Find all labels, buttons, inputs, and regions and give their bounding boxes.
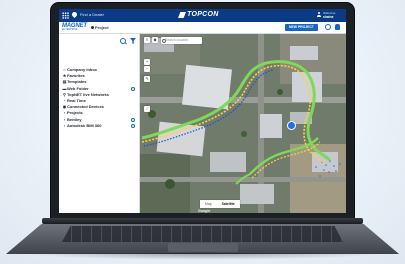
map-type-map[interactable]: Map xyxy=(200,200,217,208)
google-attribution: Google xyxy=(198,209,211,213)
sidebar-item-label: Company Inbox xyxy=(67,67,98,72)
settings-gear-icon[interactable] xyxy=(325,24,331,30)
sidebar-item-label: TopNET live Networks xyxy=(67,91,109,97)
sidebar-item-label: Bentley xyxy=(67,116,82,122)
user-icon[interactable] xyxy=(317,12,321,18)
project-icon xyxy=(91,26,94,29)
map-search-input[interactable]: Search location xyxy=(161,37,202,44)
draw-tool-icon[interactable]: ✎ xyxy=(144,76,150,82)
zoom-out-button[interactable]: − xyxy=(144,66,150,72)
sidebar-item-label: Web Folder xyxy=(67,85,89,91)
zoom-in-button[interactable]: + xyxy=(144,59,150,65)
app-toolbar: MAGNET ENTERPRISE Project NEW PROJECT xyxy=(59,22,346,34)
map-type-toggle: Map Satellite xyxy=(200,200,240,208)
project-tab[interactable]: Project xyxy=(95,25,109,30)
notification-bell-icon[interactable] xyxy=(335,24,340,30)
gear-icon[interactable] xyxy=(131,86,135,91)
location-pin-icon[interactable] xyxy=(70,10,79,19)
map-menu-icon[interactable]: ≡ xyxy=(144,37,150,43)
topcon-logo-icon xyxy=(178,12,186,18)
gear-icon[interactable] xyxy=(131,123,135,128)
ruler-tool-icon[interactable]: ⟋ xyxy=(144,106,150,112)
sidebar: ⌂Company Inbox ★Favorites ▤Templates ▬Web F… xyxy=(59,34,140,213)
top-header: Find a Dealer TOPCON Welcome shaine xyxy=(59,9,346,22)
location-marker-icon[interactable] xyxy=(287,121,296,130)
sidebar-item-label: Favorites xyxy=(67,73,85,79)
map-type-satellite[interactable]: Satellite xyxy=(217,200,240,208)
search-icon[interactable] xyxy=(120,38,126,44)
new-project-button[interactable]: NEW PROJECT xyxy=(285,24,318,31)
laptop-trackpad xyxy=(168,243,238,252)
find-dealer-link[interactable]: Find a Dealer xyxy=(80,12,104,17)
laptop-hinge xyxy=(42,218,363,224)
map-layers-icon[interactable]: ◆ xyxy=(152,37,158,43)
map-view[interactable]: Search location ≡ ◆ + − ✎ ⟋ Map Satellit… xyxy=(140,34,346,213)
user-name[interactable]: shaine xyxy=(323,15,333,19)
app-grid-icon[interactable] xyxy=(62,12,69,19)
sidebar-item-label: Projects xyxy=(67,110,83,116)
app-screen: Find a Dealer TOPCON Welcome shaine MAGN… xyxy=(59,9,346,213)
folder-tree: ⌂Company Inbox ★Favorites ▤Templates ▬Web F… xyxy=(62,67,138,129)
magnet-logo-sub: ENTERPRISE xyxy=(62,29,78,31)
sidebar-item[interactable]: › Autodesk BIM 360 xyxy=(62,123,138,129)
satellite-imagery xyxy=(140,34,346,213)
filter-icon[interactable] xyxy=(130,38,136,44)
sidebar-item-label: Templates xyxy=(67,79,87,85)
sidebar-item-label: Connected Devices xyxy=(67,104,104,110)
laptop-keyboard xyxy=(62,226,343,242)
gear-icon[interactable] xyxy=(131,117,135,122)
map-search-placeholder: Search location xyxy=(165,38,189,42)
brand-logo: TOPCON xyxy=(187,11,219,18)
laptop-shadow xyxy=(20,253,385,260)
sidebar-item-label: Real Time xyxy=(67,97,86,103)
sidebar-item-label: Autodesk BIM 360 xyxy=(67,122,102,128)
